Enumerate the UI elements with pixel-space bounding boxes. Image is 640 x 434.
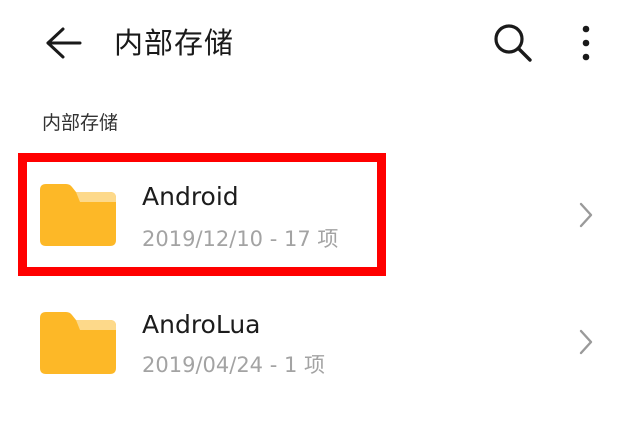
chevron-right-icon — [574, 326, 598, 358]
item-name: AndroLua — [142, 310, 261, 339]
chevron-right-icon — [574, 199, 598, 231]
folder-icon — [40, 184, 116, 246]
file-manager-screen: 内部存储 内部存储 Android 2019/12/10 - 17 项 Andr… — [0, 0, 640, 434]
list-item-androlua[interactable]: AndroLua 2019/04/24 - 1 项 — [0, 284, 640, 404]
page-title: 内部存储 — [114, 26, 235, 60]
back-button[interactable] — [40, 20, 86, 66]
list-item-android[interactable]: Android 2019/12/10 - 17 项 — [0, 154, 640, 274]
section-header: 内部存储 — [42, 112, 119, 134]
more-vertical-icon — [582, 25, 590, 61]
item-meta: 2019/12/10 - 17 项 — [142, 227, 339, 251]
app-bar: 内部存储 — [0, 0, 640, 86]
item-name: Android — [142, 182, 239, 211]
folder-icon — [40, 312, 116, 374]
search-button[interactable] — [488, 18, 538, 68]
back-arrow-icon — [46, 27, 82, 59]
search-icon — [494, 24, 532, 62]
more-options-button[interactable] — [566, 18, 606, 68]
item-meta: 2019/04/24 - 1 项 — [142, 353, 326, 377]
